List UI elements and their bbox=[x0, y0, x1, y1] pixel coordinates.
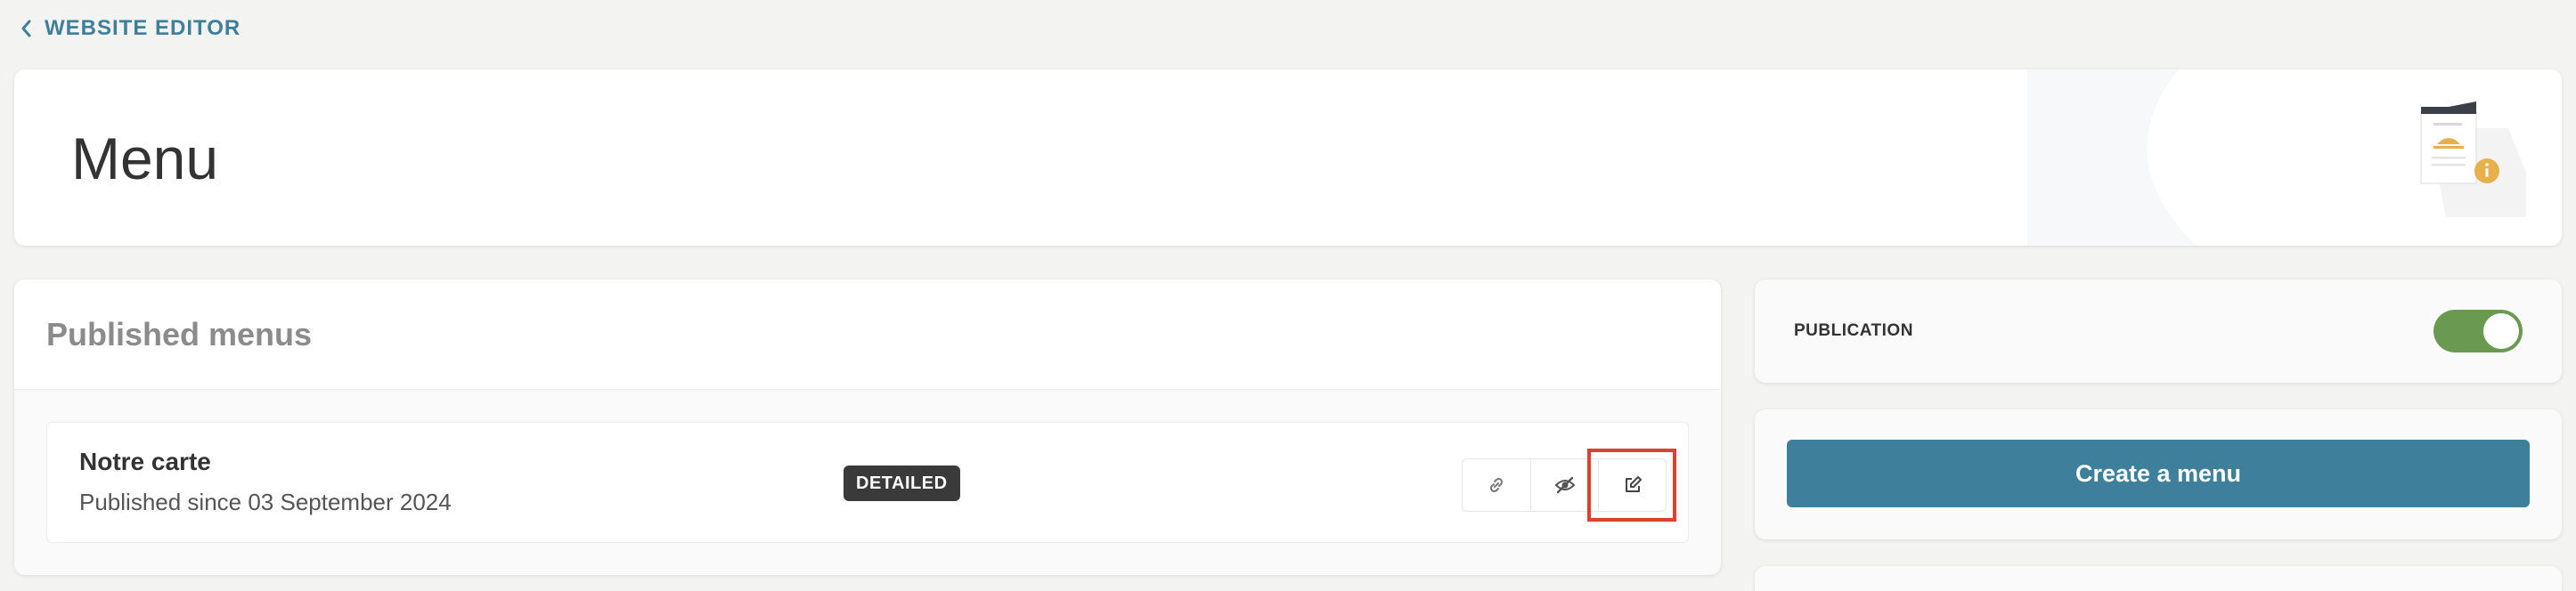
create-menu-button[interactable]: Create a menu bbox=[1787, 440, 2530, 507]
edit-menu-button[interactable] bbox=[1587, 449, 1676, 522]
menu-info-illustration-icon bbox=[2420, 101, 2526, 217]
link-icon bbox=[1489, 477, 1504, 493]
chevron-left-icon bbox=[21, 20, 31, 37]
sidebar-card-partial bbox=[1755, 566, 2562, 591]
menu-type-badge: DETAILED bbox=[844, 466, 960, 501]
toggle-knob bbox=[2483, 313, 2519, 349]
page-header-card: Menu bbox=[14, 69, 2562, 246]
menu-list-item: Notre carte Published since 03 September… bbox=[46, 422, 1689, 543]
menu-actions-group bbox=[1462, 449, 1676, 522]
create-menu-card: Create a menu bbox=[1755, 409, 2562, 539]
breadcrumb-back-link[interactable]: WEBSITE EDITOR bbox=[20, 12, 240, 45]
edit-icon bbox=[1625, 476, 1642, 492]
hide-menu-button[interactable] bbox=[1530, 459, 1598, 511]
publication-label: PUBLICATION bbox=[1794, 321, 1913, 340]
published-menus-header: Published menus bbox=[14, 279, 1721, 390]
menu-name: Notre carte bbox=[79, 448, 211, 475]
published-menus-card: Published menus Notre carte Published si… bbox=[14, 279, 1721, 575]
page-title: Menu bbox=[71, 125, 219, 191]
menu-publish-date: Published since 03 September 2024 bbox=[79, 489, 452, 515]
publication-toggle[interactable] bbox=[2433, 310, 2523, 352]
copy-link-button[interactable] bbox=[1463, 459, 1530, 511]
eye-slash-icon bbox=[1554, 476, 1575, 494]
breadcrumb-label: WEBSITE EDITOR bbox=[45, 16, 241, 40]
publication-card: PUBLICATION bbox=[1755, 279, 2562, 383]
page: WEBSITE EDITOR Menu Published menus Notr… bbox=[0, 0, 2576, 591]
published-menus-title: Published menus bbox=[46, 315, 313, 352]
